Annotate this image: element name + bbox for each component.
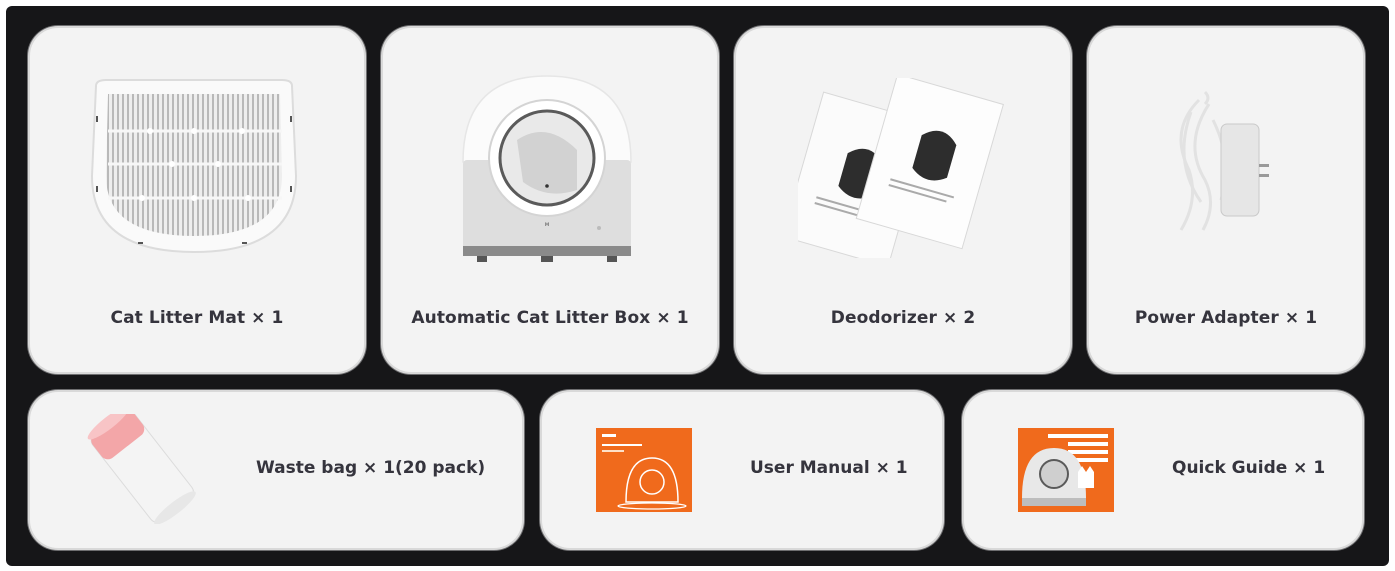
user-manual-icon bbox=[596, 428, 692, 512]
item-card-quick-guide: Quick Guide × 1 bbox=[964, 392, 1362, 548]
waste-bag-roll-icon bbox=[87, 414, 196, 524]
item-card-power-adapter: Power Adapter × 1 bbox=[1089, 28, 1363, 372]
power-adapter-icon bbox=[1179, 90, 1269, 231]
item-label: Automatic Cat Litter Box × 1 bbox=[411, 308, 689, 328]
item-label: Quick Guide × 1 bbox=[1172, 458, 1326, 478]
item-card-deodorizer: Deodorizer × 2 bbox=[736, 28, 1070, 372]
svg-text:ᴍ: ᴍ bbox=[545, 221, 550, 228]
item-card-user-manual: User Manual × 1 bbox=[542, 392, 942, 548]
item-label: User Manual × 1 bbox=[750, 458, 908, 478]
litter-mat-icon bbox=[90, 79, 298, 254]
package-contents-panel: Cat Litter Mat × 1 ᴍ Automatic Cat Litte… bbox=[6, 6, 1389, 566]
item-card-litter-box: ᴍ Automatic Cat Litter Box × 1 bbox=[383, 28, 717, 372]
item-label: Deodorizer × 2 bbox=[830, 308, 976, 328]
item-label: Cat Litter Mat × 1 bbox=[110, 308, 284, 328]
item-label: Power Adapter × 1 bbox=[1134, 308, 1318, 328]
item-card-litter-mat: Cat Litter Mat × 1 bbox=[30, 28, 364, 372]
item-card-waste-bag: Waste bag × 1(20 pack) bbox=[30, 392, 522, 548]
deodorizer-pack-icon bbox=[798, 78, 1004, 258]
item-label: Waste bag × 1(20 pack) bbox=[256, 458, 486, 478]
litter-box-icon: ᴍ bbox=[462, 75, 632, 262]
quick-guide-icon bbox=[1018, 428, 1114, 512]
